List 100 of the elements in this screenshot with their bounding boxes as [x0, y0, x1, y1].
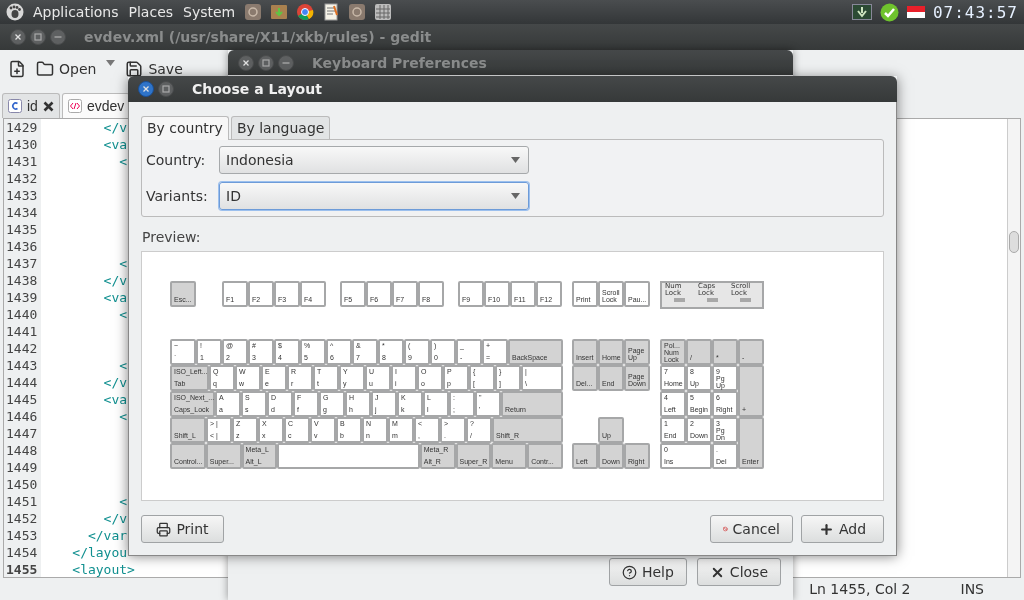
- code-line: <va: [102, 391, 128, 408]
- line-number: 1438: [6, 272, 39, 289]
- line-number: 1455: [6, 561, 39, 577]
- notepad-icon[interactable]: [322, 3, 341, 21]
- line-number: 1451: [6, 493, 39, 510]
- browser-icon[interactable]: [296, 3, 315, 21]
- line-number: 1435: [6, 221, 39, 238]
- tab-label: id: [27, 98, 38, 114]
- dropdown-field[interactable]: Indonesia: [219, 146, 529, 174]
- code-line: <layout>: [71, 561, 135, 577]
- dropdown-field[interactable]: ID: [219, 182, 529, 210]
- code-line: <: [118, 255, 128, 272]
- line-number: 1433: [6, 187, 39, 204]
- code-line: <: [118, 493, 128, 510]
- code-line: </v: [102, 374, 128, 391]
- line-number: 1445: [6, 391, 39, 408]
- panel-menu[interactable]: Places: [127, 4, 175, 20]
- line-number: 1446: [6, 408, 39, 425]
- clock[interactable]: 07:43:57: [932, 2, 1018, 22]
- scrollbar[interactable]: [1007, 119, 1020, 577]
- minimize-button[interactable]: [278, 54, 294, 71]
- line-number: 1434: [6, 204, 39, 221]
- line-number: 1430: [6, 136, 39, 153]
- cursor-position: Ln 1455, Col 2: [809, 581, 911, 597]
- line-number: 1441: [6, 323, 39, 340]
- download-icon[interactable]: [851, 4, 872, 20]
- xml-file-icon: [67, 99, 82, 113]
- close-button[interactable]: [138, 81, 154, 97]
- line-number: 1440: [6, 306, 39, 323]
- document-tab[interactable]: id: [2, 93, 60, 118]
- close-icon[interactable]: [42, 100, 54, 112]
- line-number: 1437: [6, 255, 39, 272]
- help-icon: [621, 564, 637, 580]
- save-icon: [125, 60, 144, 78]
- close-button[interactable]: [238, 54, 254, 71]
- code-line: <va: [102, 289, 128, 306]
- save-button[interactable]: Save: [123, 60, 185, 78]
- preview-label: Preview:: [142, 229, 202, 245]
- code-line: </layou: [71, 544, 128, 561]
- dialog-button[interactable]: Add: [801, 515, 884, 543]
- caret-icon: [511, 193, 520, 199]
- code-line: <va: [102, 136, 128, 153]
- dialog-button[interactable]: Cancel: [710, 515, 793, 543]
- field-label: Variants:: [146, 188, 209, 204]
- keypad-icon[interactable]: [374, 3, 393, 21]
- folder-icon: [36, 60, 54, 78]
- line-number: 1447: [6, 425, 39, 442]
- dialog-title: Choose a Layout: [192, 81, 322, 97]
- app-icon[interactable]: [348, 3, 367, 21]
- new-document-icon[interactable]: [8, 60, 26, 78]
- line-number: 1450: [6, 476, 39, 493]
- c-file-icon: [8, 99, 22, 113]
- tab-label: evdev: [86, 98, 125, 114]
- dialog-button[interactable]: Print: [141, 515, 224, 543]
- dialog-button[interactable]: Close: [696, 558, 781, 586]
- document-tab[interactable]: evdev: [61, 93, 131, 118]
- line-number: 1453: [6, 527, 39, 544]
- line-number: 1444: [6, 374, 39, 391]
- foot-logo-icon[interactable]: [6, 3, 24, 21]
- insert-mode: INS: [960, 581, 984, 597]
- window-title: evdev.xml (/usr/share/X11/xkb/rules) - gedit: [84, 29, 432, 45]
- line-number: 1432: [6, 170, 39, 187]
- printer-icon: [156, 521, 172, 537]
- dialog-button[interactable]: Help: [608, 558, 687, 586]
- package-icon[interactable]: [270, 3, 289, 21]
- code-line: </var: [86, 527, 128, 544]
- line-number: 1448: [6, 442, 39, 459]
- line-number: 1439: [6, 289, 39, 306]
- dialog-tab[interactable]: By country: [141, 116, 229, 140]
- plus-icon: [818, 521, 834, 537]
- maximize-button[interactable]: [258, 54, 274, 71]
- line-number: 1449: [6, 459, 39, 476]
- code-line: <: [118, 357, 128, 374]
- window-title: Keyboard Preferences: [312, 54, 487, 71]
- dialog-tab[interactable]: By language: [230, 116, 331, 139]
- code-line: <: [118, 306, 128, 323]
- scrollbar-thumb[interactable]: [1009, 231, 1019, 253]
- caret-icon[interactable]: [106, 60, 116, 66]
- code-line: </v: [102, 510, 128, 527]
- line-number: 1431: [6, 153, 39, 170]
- close-button[interactable]: [10, 29, 26, 45]
- caret-icon: [511, 157, 520, 163]
- app-icon[interactable]: [244, 3, 263, 21]
- line-number: 1452: [6, 510, 39, 527]
- line-number: 1442: [6, 340, 39, 357]
- line-number: 1429: [6, 119, 39, 136]
- code-line: </v: [102, 272, 128, 289]
- minimize-button[interactable]: [50, 29, 66, 45]
- panel-menu[interactable]: System: [182, 4, 237, 20]
- line-number: 1443: [6, 357, 39, 374]
- code-line: </v: [102, 119, 128, 136]
- check-icon[interactable]: [879, 2, 899, 22]
- field-label: Country:: [146, 152, 207, 168]
- line-number: 1436: [6, 238, 39, 255]
- open-button[interactable]: Open: [34, 60, 99, 78]
- line-number: 1454: [6, 544, 39, 561]
- code-line: <: [118, 408, 128, 425]
- code-line: <: [118, 153, 128, 170]
- panel-menu[interactable]: Applications: [32, 4, 120, 20]
- flag-icon[interactable]: [906, 6, 925, 18]
